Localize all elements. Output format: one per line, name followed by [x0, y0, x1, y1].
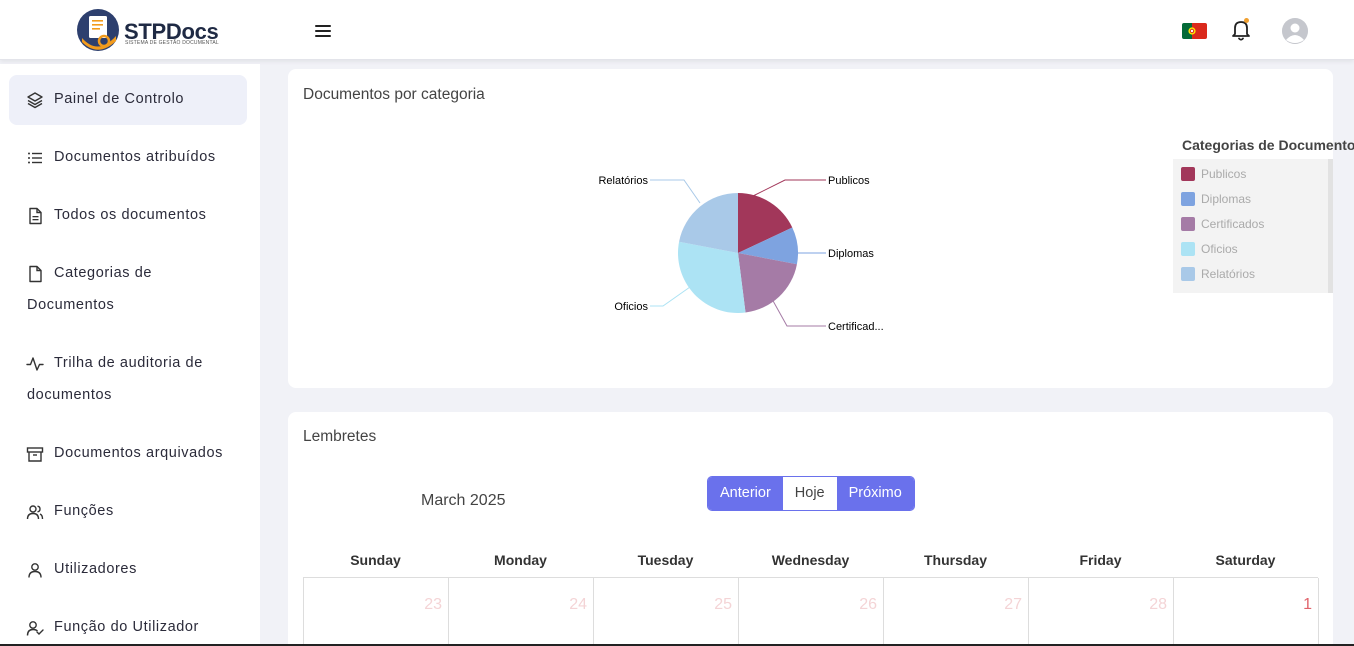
- sidebar-item-label: Categorias de: [54, 265, 153, 281]
- legend-swatch: [1181, 167, 1195, 181]
- legend-swatch: [1181, 242, 1195, 256]
- sidebar-item-label-line2: Documentos: [27, 297, 115, 313]
- leader-line-oficios: [650, 286, 691, 307]
- weekday-header-friday: Friday: [1079, 552, 1122, 568]
- next-button[interactable]: Próximo: [836, 477, 914, 510]
- slice-label-relatorios: Relatórios: [598, 175, 648, 187]
- day-number: 1: [1303, 596, 1312, 613]
- leader-line-publicos: [752, 179, 826, 197]
- sidebar-item-label-line2: documentos: [27, 387, 112, 403]
- reminders-card: Lembretes March 2025 Anterior Hoje Próxi…: [288, 412, 1333, 646]
- calendar-day-cell[interactable]: 27: [884, 578, 1029, 646]
- avatar-icon[interactable]: [1282, 18, 1308, 44]
- sidebar-item-label: Painel de Controlo: [54, 91, 185, 107]
- app-logo[interactable]: STPDocs SISTEMA DE GESTÃO DOCUMENTAL: [76, 6, 226, 54]
- file-icon: [29, 265, 42, 283]
- sidebar-item-trilha-de-auditoria[interactable]: Trilha de auditoria de documentos: [9, 339, 247, 423]
- sidebar-item-label: Funções: [54, 503, 114, 519]
- sidebar-item-label: Todos os documentos: [54, 207, 207, 223]
- legend-label: Diplomas: [1201, 192, 1252, 206]
- chart-legend: Publicos Diplomas Certificados Oficios R…: [1173, 159, 1333, 293]
- calendar-day-cell[interactable]: 1: [1174, 578, 1319, 646]
- slice-label-diplomas: Diplomas: [828, 248, 874, 260]
- slice-label-oficios: Oficios: [614, 301, 648, 313]
- sidebar-item-label: Documentos atribuídos: [54, 149, 216, 165]
- slice-label-publicos: Publicos: [828, 175, 870, 187]
- calendar-day-cell[interactable]: 25: [594, 578, 739, 646]
- legend-scrollbar[interactable]: [1328, 159, 1333, 293]
- notification-dot: [1244, 18, 1249, 23]
- calendar-grid: 23 24 25 26 27 28 1: [303, 577, 1319, 646]
- day-number: 23: [424, 596, 442, 613]
- legend-title: Categorias de Documentos: [1182, 137, 1354, 153]
- previous-button[interactable]: Anterior: [708, 477, 783, 510]
- layers-icon: [27, 92, 43, 109]
- calendar-month-title: March 2025: [421, 492, 506, 509]
- app-subtitle: SISTEMA DE GESTÃO DOCUMENTAL: [125, 40, 219, 46]
- users-icon: [26, 505, 44, 520]
- slice-label-certificados: Certificad...: [828, 321, 884, 333]
- user-icon: [28, 563, 42, 578]
- archive-icon: [26, 447, 44, 462]
- portugal-flag-icon[interactable]: [1182, 23, 1207, 39]
- sidebar-item-label: Trilha de auditoria de: [54, 355, 203, 371]
- calendar-day-cell[interactable]: 28: [1029, 578, 1174, 646]
- user-check-icon: [26, 621, 44, 636]
- legend-swatch: [1181, 192, 1195, 206]
- weekday-header-sunday: Sunday: [350, 552, 401, 568]
- sidebar-item-label: Documentos arquivados: [54, 445, 223, 461]
- day-number: 28: [1149, 596, 1167, 613]
- legend-label: Relatórios: [1201, 267, 1256, 281]
- legend-label: Publicos: [1201, 167, 1247, 181]
- sidebar-item-painel-de-controlo[interactable]: Painel de Controlo: [9, 75, 247, 125]
- calendar-day-cell[interactable]: 26: [739, 578, 884, 646]
- weekday-header-thursday: Thursday: [923, 552, 987, 568]
- sidebar-item-documentos-arquivados[interactable]: Documentos arquivados: [9, 429, 247, 479]
- card-title: Lembretes: [303, 428, 377, 445]
- sidebar-item-todos-os-documentos[interactable]: Todos os documentos: [9, 191, 247, 241]
- day-number: 25: [714, 596, 732, 613]
- legend-swatch: [1181, 267, 1195, 281]
- today-button[interactable]: Hoje: [782, 477, 837, 510]
- sidebar-item-funcoes[interactable]: Funções: [9, 487, 247, 537]
- sidebar-item-label: Utilizadores: [54, 561, 137, 577]
- day-number: 26: [859, 596, 877, 613]
- weekday-header-tuesday: Tuesday: [637, 552, 694, 568]
- category-chart-card: Documentos por categoria Publicos Diplom…: [288, 69, 1354, 388]
- legend-swatch: [1181, 217, 1195, 231]
- file-text-icon: [29, 207, 42, 225]
- activity-icon: [26, 357, 44, 371]
- weekday-header-monday: Monday: [494, 552, 547, 568]
- weekday-header-wednesday: Wednesday: [771, 552, 850, 568]
- top-bar: STPDocs SISTEMA DE GESTÃO DOCUMENTAL: [0, 0, 1354, 60]
- bell-icon[interactable]: [1230, 18, 1252, 42]
- day-number: 24: [569, 596, 587, 613]
- calendar-day-cell[interactable]: 24: [449, 578, 594, 646]
- legend-label: Certificados: [1201, 217, 1265, 231]
- list-icon: [28, 152, 42, 164]
- logo-icon: [77, 9, 119, 51]
- sidebar-item-documentos-atribuidos[interactable]: Documentos atribuídos: [9, 133, 247, 183]
- sidebar-item-label: Função do Utilizador: [54, 619, 199, 635]
- leader-line-relatorios: [650, 179, 701, 204]
- leader-line-certificados: [771, 298, 826, 327]
- pie-chart: Publicos Diplomas Certificad... Oficios …: [598, 175, 884, 333]
- sidebar: Painel de Controlo Documentos atribuídos…: [0, 64, 260, 646]
- sidebar-item-utilizadores[interactable]: Utilizadores: [9, 545, 247, 595]
- sidebar-item-categorias-de-documentos[interactable]: Categorias de Documentos: [9, 249, 247, 333]
- legend-label: Oficios: [1201, 242, 1238, 256]
- hamburger-icon[interactable]: [314, 22, 334, 40]
- day-number: 27: [1004, 596, 1022, 613]
- weekday-header-saturday: Saturday: [1215, 552, 1276, 568]
- sidebar-item-funcao-do-utilizador[interactable]: Função do Utilizador: [9, 603, 247, 646]
- calendar-nav-buttons: Anterior Hoje Próximo: [707, 476, 915, 511]
- calendar-day-cell[interactable]: 23: [304, 578, 449, 646]
